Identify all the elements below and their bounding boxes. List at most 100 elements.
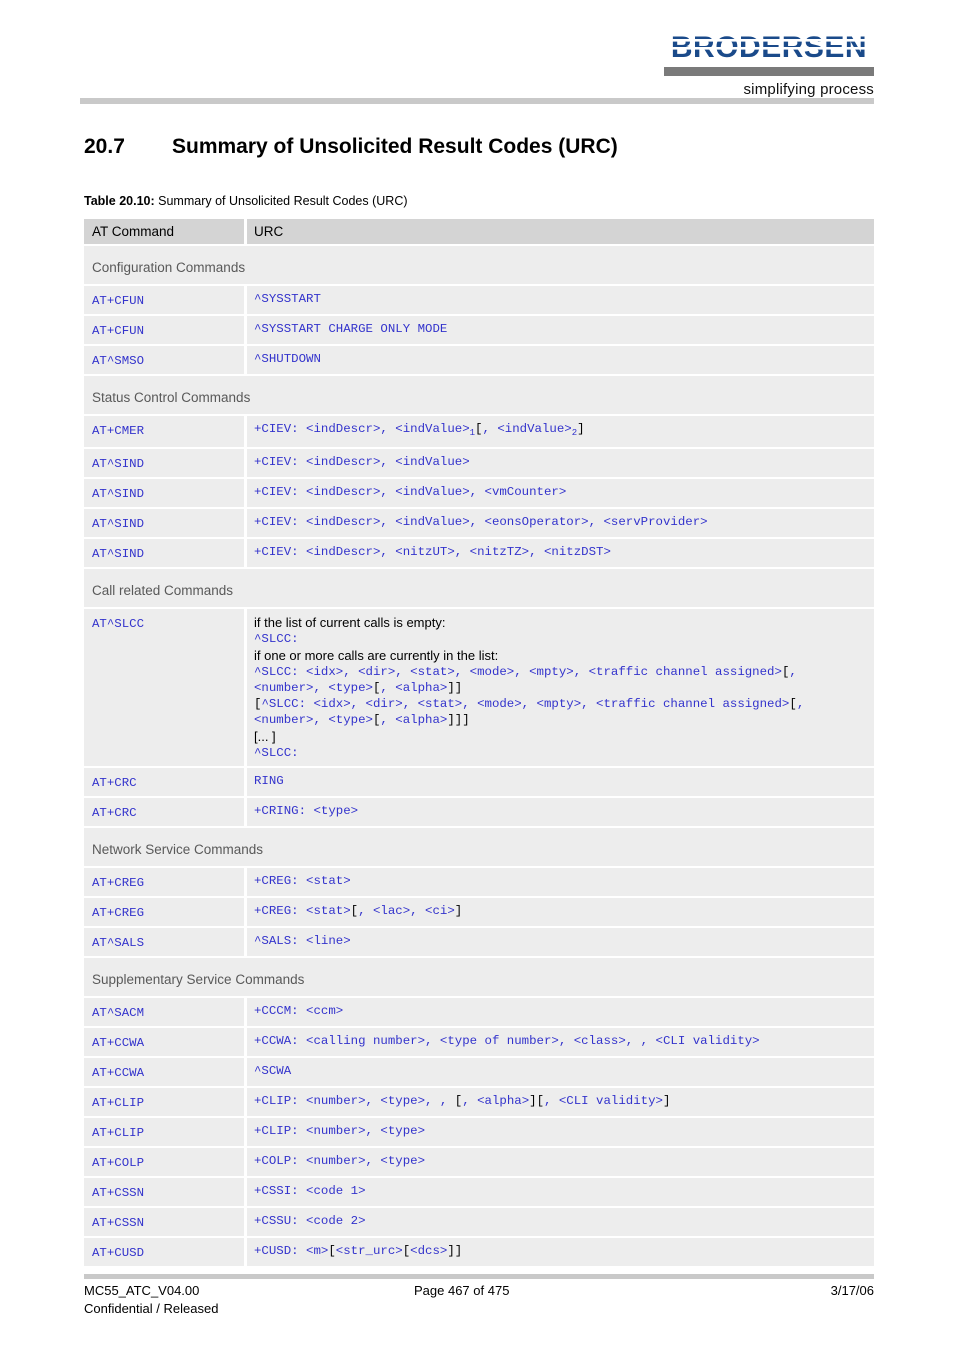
table-row: AT+CMER +CIEV: <indDescr>, <indValue>1[, …	[84, 416, 874, 447]
at-command-text: AT+CCWA	[92, 1036, 145, 1050]
table-row: AT+CFUN ^SYSSTART CHARGE ONLY MODE	[84, 316, 874, 344]
column-header-urc: URC	[247, 219, 874, 244]
urc-cell: +CREG: <stat>[, <lac>, <ci>]	[247, 898, 874, 926]
at-command-text: AT^SIND	[92, 487, 145, 501]
table-row: AT^SACM +CCCM: <ccm>	[84, 998, 874, 1026]
urc-code-line: +CIEV: <indDescr>, <indValue>, <eonsOper…	[254, 515, 708, 529]
at-command-text: AT+CLIP	[92, 1096, 145, 1110]
urc-code-line: ^SLCC:	[254, 746, 299, 760]
urc-cell: +CLIP: <number>, <type>, , [, <alpha>][,…	[247, 1088, 874, 1116]
urc-table: AT Command URC Configuration Commands AT+CF…	[84, 219, 874, 1268]
urc-prose-line: if the list of current calls is empty:	[254, 615, 446, 630]
urc-cell: if the list of current calls is empty: ^S…	[247, 609, 874, 766]
brodersen-logo: BRODERSEN simplifying process	[664, 30, 874, 98]
urc-code-line: ^SYSSTART	[254, 292, 321, 306]
table-section-header: Call related Commands	[84, 569, 874, 607]
table-section-header: Status Control Commands	[84, 376, 874, 414]
brodersen-wordmark-icon: BRODERSEN	[664, 31, 874, 64]
urc-code-line: +CLIP: <number>, <type>	[254, 1124, 426, 1138]
at-command-cell: AT+CMER	[84, 416, 244, 447]
table-section-header: Network Service Commands	[84, 828, 874, 866]
logo-tagline: simplifying process	[743, 81, 874, 98]
logo-bar	[664, 67, 874, 76]
urc-cell: +CIEV: <indDescr>, <indValue>, <eonsOper…	[247, 509, 874, 537]
at-command-cell: AT+COLP	[84, 1148, 244, 1176]
table-row: AT+CUSD +CUSD: <m>[<str_urc>[<dcs>]]	[84, 1238, 874, 1266]
at-command-cell: AT+CLIP	[84, 1118, 244, 1146]
urc-code-line: ^SALS: <line>	[254, 934, 351, 948]
section-title: Status Control Commands	[84, 376, 874, 414]
at-command-cell: AT^SACM	[84, 998, 244, 1026]
page-footer: MC55_ATC_V04.00 Page 467 of 475 3/17/06 …	[84, 1283, 874, 1316]
urc-code-line: +COLP: <number>, <type>	[254, 1154, 426, 1168]
urc-cell: +CSSU: <code 2>	[247, 1208, 874, 1236]
at-command-cell: AT+CCWA	[84, 1058, 244, 1086]
table-row: AT^SLCC if the list of current calls is e…	[84, 609, 874, 766]
urc-code-line: +CIEV: <indDescr>, <indValue>	[254, 455, 470, 469]
at-command-text: AT^SALS	[92, 936, 145, 950]
table-row: AT^SIND +CIEV: <indDescr>, <indValue>, <e…	[84, 509, 874, 537]
footer-document-id: MC55_ATC_V04.00	[84, 1283, 200, 1298]
at-command-cell: AT+CSSN	[84, 1208, 244, 1236]
at-command-cell: AT+CRC	[84, 768, 244, 796]
urc-cell: +CSSI: <code 1>	[247, 1178, 874, 1206]
urc-cell: RING	[247, 768, 874, 796]
table-caption-text: Summary of Unsolicited Result Codes (URC…	[158, 194, 408, 208]
header-divider	[80, 98, 874, 104]
section-heading-text: Summary of Unsolicited Result Codes (URC…	[172, 135, 618, 158]
at-command-text: AT^SIND	[92, 517, 145, 531]
section-title: Supplementary Service Commands	[84, 958, 874, 996]
urc-prose-line: if one or more calls are currently in th…	[254, 648, 499, 663]
table-row: AT^SALS ^SALS: <line>	[84, 928, 874, 956]
page-title: 20.7 Summary of Unsolicited Result Codes …	[84, 135, 884, 159]
urc-cell: +CLIP: <number>, <type>	[247, 1118, 874, 1146]
urc-code-line: ^SHUTDOWN	[254, 352, 321, 366]
at-command-text: AT+CUSD	[92, 1246, 145, 1260]
urc-cell: ^SCWA	[247, 1058, 874, 1086]
section-title: Network Service Commands	[84, 828, 874, 866]
urc-code-line: ^SYSSTART CHARGE ONLY MODE	[254, 322, 448, 336]
urc-cell: +CIEV: <indDescr>, <indValue>1[, <indVal…	[247, 416, 874, 447]
table-row: AT+CCWA +CCWA: <calling number>, <type of…	[84, 1028, 874, 1056]
section-title: Configuration Commands	[84, 246, 874, 284]
at-command-cell: AT+CREG	[84, 898, 244, 926]
table-row: AT+CCWA ^SCWA	[84, 1058, 874, 1086]
table-row: AT+CLIP +CLIP: <number>, <type>	[84, 1118, 874, 1146]
at-command-text: AT^SLCC	[92, 617, 145, 631]
footer-divider	[84, 1274, 874, 1279]
urc-code-line: +CIEV: <indDescr>, <indValue>1[, <indVal…	[254, 422, 585, 438]
footer-classification: Confidential / Released	[84, 1301, 219, 1316]
urc-code-line: +CUSD: <m>[<str_urc>[<dcs>]]	[254, 1244, 463, 1258]
table-row: AT+CLIP +CLIP: <number>, <type>, , [, <al…	[84, 1088, 874, 1116]
table-row: AT+CREG +CREG: <stat>	[84, 868, 874, 896]
urc-code-line: +CSSU: <code 2>	[254, 1214, 366, 1228]
urc-cell: ^SYSSTART CHARGE ONLY MODE	[247, 316, 874, 344]
at-command-text: AT^SACM	[92, 1006, 145, 1020]
at-command-cell: AT+CFUN	[84, 316, 244, 344]
at-command-cell: AT+CSSN	[84, 1178, 244, 1206]
at-command-text: AT+CMER	[92, 424, 145, 438]
table-row: AT^SMSO ^SHUTDOWN	[84, 346, 874, 374]
at-command-cell: AT^SIND	[84, 539, 244, 567]
table-header-row: AT Command URC	[84, 219, 874, 244]
urc-cell: +CREG: <stat>	[247, 868, 874, 896]
at-command-cell: AT+CRC	[84, 798, 244, 826]
urc-code-line: +CLIP: <number>, <type>, , [, <alpha>][,…	[254, 1094, 671, 1108]
urc-cell: ^SALS: <line>	[247, 928, 874, 956]
table-section-header: Configuration Commands	[84, 246, 874, 284]
at-command-text: AT+CFUN	[92, 324, 145, 338]
urc-code-line: RING	[254, 774, 284, 788]
urc-cell: +COLP: <number>, <type>	[247, 1148, 874, 1176]
table-row: AT+CRC +CRING: <type>	[84, 798, 874, 826]
table-row: AT+CFUN ^SYSSTART	[84, 286, 874, 314]
table-row: AT+CRC RING	[84, 768, 874, 796]
at-command-text: AT+CCWA	[92, 1066, 145, 1080]
table-caption: Table 20.10: Summary of Unsolicited Resu…	[84, 194, 408, 208]
urc-code-line: ^SLCC: <idx>, <dir>, <stat>, <mode>, <mp…	[254, 665, 805, 695]
at-command-text: AT^SIND	[92, 457, 145, 471]
urc-code-line: +CSSI: <code 1>	[254, 1184, 366, 1198]
table-row: AT^SIND +CIEV: <indDescr>, <indValue>, <v…	[84, 479, 874, 507]
urc-code-line: [^SLCC: <idx>, <dir>, <stat>, <mode>, <m…	[254, 697, 812, 727]
urc-code-line: +CREG: <stat>	[254, 874, 351, 888]
at-command-cell: AT+CFUN	[84, 286, 244, 314]
